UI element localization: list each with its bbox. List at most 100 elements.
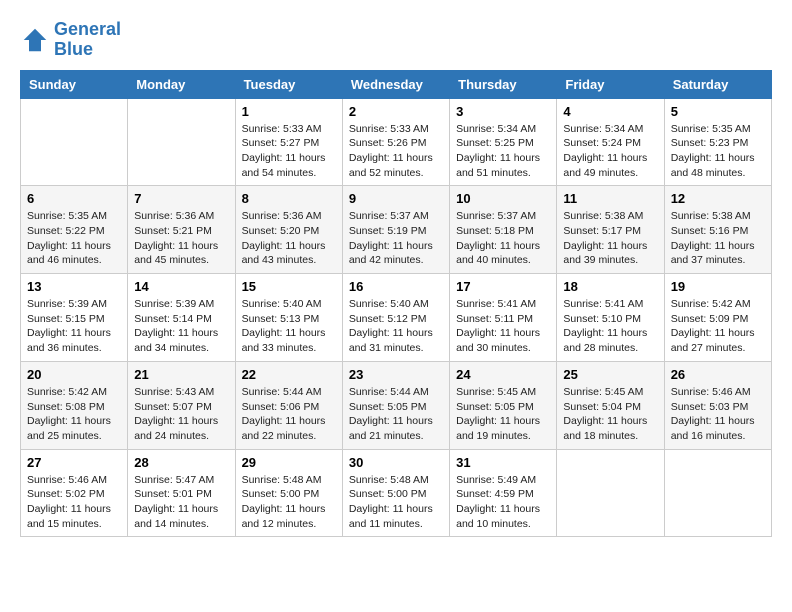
day-detail: Sunrise: 5:42 AM Sunset: 5:08 PM Dayligh… <box>27 385 121 444</box>
day-detail: Sunrise: 5:49 AM Sunset: 4:59 PM Dayligh… <box>456 473 550 532</box>
calendar-cell: 26 Sunrise: 5:46 AM Sunset: 5:03 PM Dayli… <box>664 361 771 449</box>
calendar-cell: 28Sunrise: 5:47 AM Sunset: 5:01 PM Dayli… <box>128 449 235 537</box>
day-number: 5 <box>671 104 765 119</box>
calendar-header-row: SundayMondayTuesdayWednesdayThursdayFrid… <box>21 70 772 98</box>
day-number: 20 <box>27 367 121 382</box>
day-number: 21 <box>134 367 228 382</box>
calendar-cell: 18 Sunrise: 5:41 AM Sunset: 5:10 PM Dayli… <box>557 274 664 362</box>
day-detail: Sunrise: 5:34 AM Sunset: 5:25 PM Dayligh… <box>456 122 550 181</box>
day-header-wednesday: Wednesday <box>342 70 449 98</box>
calendar-cell: 22 Sunrise: 5:44 AM Sunset: 5:06 PM Dayli… <box>235 361 342 449</box>
page-header: General Blue <box>20 20 772 60</box>
day-detail: Sunrise: 5:34 AM Sunset: 5:24 PM Dayligh… <box>563 122 657 181</box>
logo: General Blue <box>20 20 121 60</box>
day-number: 17 <box>456 279 550 294</box>
day-number: 29 <box>242 455 336 470</box>
day-header-sunday: Sunday <box>21 70 128 98</box>
day-number: 11 <box>563 191 657 206</box>
day-number: 6 <box>27 191 121 206</box>
day-detail: Sunrise: 5:44 AM Sunset: 5:05 PM Dayligh… <box>349 385 443 444</box>
day-detail: Sunrise: 5:33 AM Sunset: 5:27 PM Dayligh… <box>242 122 336 181</box>
calendar-week-4: 20 Sunrise: 5:42 AM Sunset: 5:08 PM Dayli… <box>21 361 772 449</box>
day-number: 27 <box>27 455 121 470</box>
calendar-cell <box>21 98 128 186</box>
calendar-cell: 29 Sunrise: 5:48 AM Sunset: 5:00 PM Dayli… <box>235 449 342 537</box>
day-detail: Sunrise: 5:36 AM Sunset: 5:21 PM Dayligh… <box>134 209 228 268</box>
day-number: 12 <box>671 191 765 206</box>
calendar-cell: 6Sunrise: 5:35 AM Sunset: 5:22 PM Daylig… <box>21 186 128 274</box>
day-detail: Sunrise: 5:37 AM Sunset: 5:19 PM Dayligh… <box>349 209 443 268</box>
day-number: 1 <box>242 104 336 119</box>
day-detail: Sunrise: 5:36 AM Sunset: 5:20 PM Dayligh… <box>242 209 336 268</box>
day-header-friday: Friday <box>557 70 664 98</box>
calendar-cell: 2 Sunrise: 5:33 AM Sunset: 5:26 PM Daylig… <box>342 98 449 186</box>
day-detail: Sunrise: 5:46 AM Sunset: 5:02 PM Dayligh… <box>27 473 121 532</box>
day-detail: Sunrise: 5:45 AM Sunset: 5:04 PM Dayligh… <box>563 385 657 444</box>
calendar-cell: 8 Sunrise: 5:36 AM Sunset: 5:20 PM Daylig… <box>235 186 342 274</box>
day-number: 16 <box>349 279 443 294</box>
logo-icon <box>20 25 50 55</box>
calendar-cell: 24 Sunrise: 5:45 AM Sunset: 5:05 PM Dayli… <box>450 361 557 449</box>
day-detail: Sunrise: 5:41 AM Sunset: 5:11 PM Dayligh… <box>456 297 550 356</box>
day-detail: Sunrise: 5:41 AM Sunset: 5:10 PM Dayligh… <box>563 297 657 356</box>
day-detail: Sunrise: 5:38 AM Sunset: 5:17 PM Dayligh… <box>563 209 657 268</box>
day-detail: Sunrise: 5:48 AM Sunset: 5:00 PM Dayligh… <box>349 473 443 532</box>
calendar-cell: 19Sunrise: 5:42 AM Sunset: 5:09 PM Dayli… <box>664 274 771 362</box>
day-number: 10 <box>456 191 550 206</box>
day-number: 18 <box>563 279 657 294</box>
calendar-cell: 21Sunrise: 5:43 AM Sunset: 5:07 PM Dayli… <box>128 361 235 449</box>
logo-blue: Blue <box>54 39 93 59</box>
day-detail: Sunrise: 5:44 AM Sunset: 5:06 PM Dayligh… <box>242 385 336 444</box>
day-number: 7 <box>134 191 228 206</box>
calendar-cell: 17 Sunrise: 5:41 AM Sunset: 5:11 PM Dayli… <box>450 274 557 362</box>
day-detail: Sunrise: 5:40 AM Sunset: 5:12 PM Dayligh… <box>349 297 443 356</box>
calendar-cell: 16 Sunrise: 5:40 AM Sunset: 5:12 PM Dayli… <box>342 274 449 362</box>
day-number: 23 <box>349 367 443 382</box>
day-number: 31 <box>456 455 550 470</box>
day-header-saturday: Saturday <box>664 70 771 98</box>
calendar-cell: 3Sunrise: 5:34 AM Sunset: 5:25 PM Daylig… <box>450 98 557 186</box>
calendar-cell: 30 Sunrise: 5:48 AM Sunset: 5:00 PM Dayli… <box>342 449 449 537</box>
day-detail: Sunrise: 5:45 AM Sunset: 5:05 PM Dayligh… <box>456 385 550 444</box>
calendar-cell: 11 Sunrise: 5:38 AM Sunset: 5:17 PM Dayli… <box>557 186 664 274</box>
day-number: 25 <box>563 367 657 382</box>
calendar-cell: 20 Sunrise: 5:42 AM Sunset: 5:08 PM Dayli… <box>21 361 128 449</box>
day-number: 19 <box>671 279 765 294</box>
calendar-cell: 25 Sunrise: 5:45 AM Sunset: 5:04 PM Dayli… <box>557 361 664 449</box>
day-number: 22 <box>242 367 336 382</box>
day-detail: Sunrise: 5:48 AM Sunset: 5:00 PM Dayligh… <box>242 473 336 532</box>
day-number: 30 <box>349 455 443 470</box>
day-number: 4 <box>563 104 657 119</box>
calendar-cell: 1 Sunrise: 5:33 AM Sunset: 5:27 PM Daylig… <box>235 98 342 186</box>
calendar-cell: 9 Sunrise: 5:37 AM Sunset: 5:19 PM Daylig… <box>342 186 449 274</box>
calendar-cell: 7 Sunrise: 5:36 AM Sunset: 5:21 PM Daylig… <box>128 186 235 274</box>
day-number: 8 <box>242 191 336 206</box>
day-number: 2 <box>349 104 443 119</box>
calendar-week-5: 27 Sunrise: 5:46 AM Sunset: 5:02 PM Dayli… <box>21 449 772 537</box>
day-header-thursday: Thursday <box>450 70 557 98</box>
day-detail: Sunrise: 5:39 AM Sunset: 5:14 PM Dayligh… <box>134 297 228 356</box>
day-detail: Sunrise: 5:35 AM Sunset: 5:23 PM Dayligh… <box>671 122 765 181</box>
day-detail: Sunrise: 5:46 AM Sunset: 5:03 PM Dayligh… <box>671 385 765 444</box>
calendar-week-3: 13 Sunrise: 5:39 AM Sunset: 5:15 PM Dayli… <box>21 274 772 362</box>
calendar-cell <box>128 98 235 186</box>
day-detail: Sunrise: 5:39 AM Sunset: 5:15 PM Dayligh… <box>27 297 121 356</box>
calendar-cell: 12Sunrise: 5:38 AM Sunset: 5:16 PM Dayli… <box>664 186 771 274</box>
day-detail: Sunrise: 5:33 AM Sunset: 5:26 PM Dayligh… <box>349 122 443 181</box>
calendar-cell: 15Sunrise: 5:40 AM Sunset: 5:13 PM Dayli… <box>235 274 342 362</box>
calendar-cell: 10 Sunrise: 5:37 AM Sunset: 5:18 PM Dayli… <box>450 186 557 274</box>
day-number: 14 <box>134 279 228 294</box>
calendar-cell: 14 Sunrise: 5:39 AM Sunset: 5:14 PM Dayli… <box>128 274 235 362</box>
day-number: 26 <box>671 367 765 382</box>
day-detail: Sunrise: 5:37 AM Sunset: 5:18 PM Dayligh… <box>456 209 550 268</box>
calendar-cell: 5 Sunrise: 5:35 AM Sunset: 5:23 PM Daylig… <box>664 98 771 186</box>
calendar-cell <box>557 449 664 537</box>
day-detail: Sunrise: 5:47 AM Sunset: 5:01 PM Dayligh… <box>134 473 228 532</box>
day-number: 24 <box>456 367 550 382</box>
day-number: 13 <box>27 279 121 294</box>
logo-text: General Blue <box>54 20 121 60</box>
day-number: 9 <box>349 191 443 206</box>
calendar: SundayMondayTuesdayWednesdayThursdayFrid… <box>20 70 772 538</box>
day-header-monday: Monday <box>128 70 235 98</box>
calendar-cell: 13 Sunrise: 5:39 AM Sunset: 5:15 PM Dayli… <box>21 274 128 362</box>
